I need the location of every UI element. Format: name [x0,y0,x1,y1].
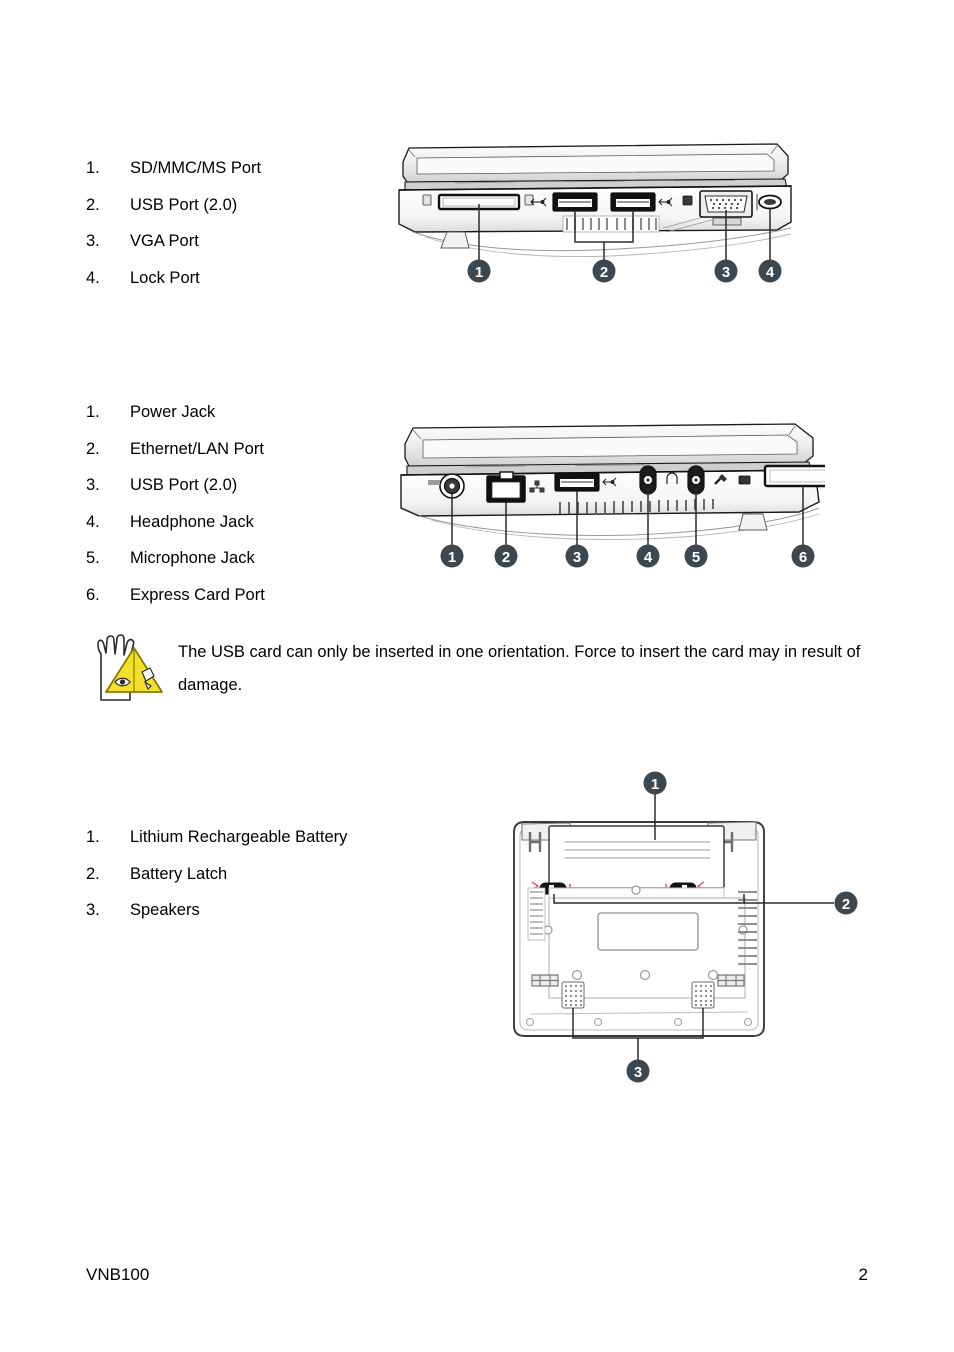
callout-badge-number-3: 3 [634,1064,642,1081]
list-item-number: 3. [86,476,100,494]
callout-badge: 3 [714,259,738,283]
callout-badge: 4 [636,544,660,568]
callout-badge: 3 [626,1059,650,1083]
laptop-left-side-illustration: 1 2 3 4 5 6 [400,423,843,568]
callout-badge-number-2: 2 [502,549,510,566]
list-item-label: Lithium Rechargeable Battery [130,828,348,846]
usb-port [554,472,600,492]
vga-port-base [712,217,742,226]
hand-warning-triangle-icon [88,630,168,706]
callout-badge-number-6: 6 [799,549,807,566]
laptop-right-side-illustration: 1 2 3 4 [398,143,792,283]
usb-port-1-contact [559,201,591,203]
ethernet-lan-port [486,471,526,503]
list-item-number: 1. [86,159,100,177]
lithium-rechargeable-battery [548,825,725,889]
warning-note-text: The USB card can only be inserted in one… [178,643,861,694]
cooling-vent-grille [562,215,660,233]
speaker-left [561,981,585,1009]
list-item-label: Lock Port [130,268,200,287]
rj45-clip-notch [499,471,514,480]
express-card-symbol-icon [738,475,751,485]
callout-badge-number-1: 1 [651,776,659,793]
callout-badge: 1 [440,544,464,568]
callout-badge: 6 [791,544,815,568]
rubber-foot-left [440,231,470,249]
laptop-bottom-illustration: 1 2 3 [513,771,858,1083]
list-item-label: Speakers [130,901,200,919]
laptop-right-side-view-figure: 1 2 3 4 [395,138,795,288]
callout-badge: 4 [758,259,782,283]
laptop-body-side [400,469,820,517]
list-item-number: 6. [86,585,100,604]
list-item-number: 2. [86,195,100,214]
callout-badge-number-2: 2 [600,264,608,281]
indicator-icon-left [422,194,432,206]
callout-badge: 2 [592,259,616,283]
list-item-number: 2. [86,864,100,883]
document-page: 1. SD/MMC/MS Port 2. USB Port (2.0) 3. V… [0,0,954,1352]
callout-badge-number-1: 1 [475,264,483,281]
list-item-number: 1. [86,828,100,846]
rubber-foot-right [738,513,768,531]
side-vent-left [527,887,546,941]
list-item-label: SD/MMC/MS Port [130,159,262,177]
speaker-right [691,981,715,1009]
list-item-number: 2. [86,439,100,458]
callout-badge: 2 [494,544,518,568]
express-card-port [763,464,843,488]
list-item-number: 4. [86,512,100,531]
hand-warning-triangle-svg [97,634,163,701]
callout-badge: 5 [684,544,708,568]
callout-badge: 1 [643,771,667,795]
callout-badge-number-2: 2 [842,896,850,913]
list-item-label: VGA Port [130,232,199,250]
base-contour-b [424,233,792,258]
eye-pupil [119,679,126,685]
page-footer: VNB100 2 [86,1265,868,1285]
list-item-label: Express Card Port [130,585,265,604]
list-item-number: 3. [86,232,100,250]
screw-mid [631,885,641,895]
power-symbol-icon [428,480,440,485]
callout-badge-number-4: 4 [644,549,653,566]
monitor-symbol-icon [682,195,693,206]
list-item-label: USB Port (2.0) [130,476,238,494]
callout-badge-number-3: 3 [722,264,730,281]
callout-badge: 2 [834,891,858,915]
lid-inner-panel [416,153,775,175]
list-item-label: USB Port (2.0) [130,195,238,214]
callout-badge-number-5: 5 [692,549,700,566]
list-item-label: Ethernet/LAN Port [130,439,264,458]
footer-document-id: VNB100 [86,1265,150,1284]
footer-page-number: 2 [858,1265,868,1284]
list-item-label: Battery Latch [130,864,228,883]
list-item-number: 3. [86,901,100,919]
list-item-label: Microphone Jack [130,549,255,567]
list-item-label: Headphone Jack [130,512,254,531]
laptop-left-side-view-figure: 1 2 3 4 5 6 [395,418,843,573]
list-item-number: 1. [86,403,100,421]
laptop-bottom-view-figure: 1 2 3 [470,770,890,1100]
list-item-label: Power Jack [130,403,216,421]
memory-cover [597,912,699,951]
callout-badge-number-4: 4 [766,264,775,281]
callout-badge: 3 [565,544,589,568]
callout-badge-number-3: 3 [573,549,581,566]
callout-badge: 1 [467,259,491,283]
callout-badge-number-1: 1 [448,549,456,566]
usb-port-2-contact [617,201,649,203]
list-item-number: 5. [86,549,100,567]
list-item-number: 4. [86,268,100,287]
